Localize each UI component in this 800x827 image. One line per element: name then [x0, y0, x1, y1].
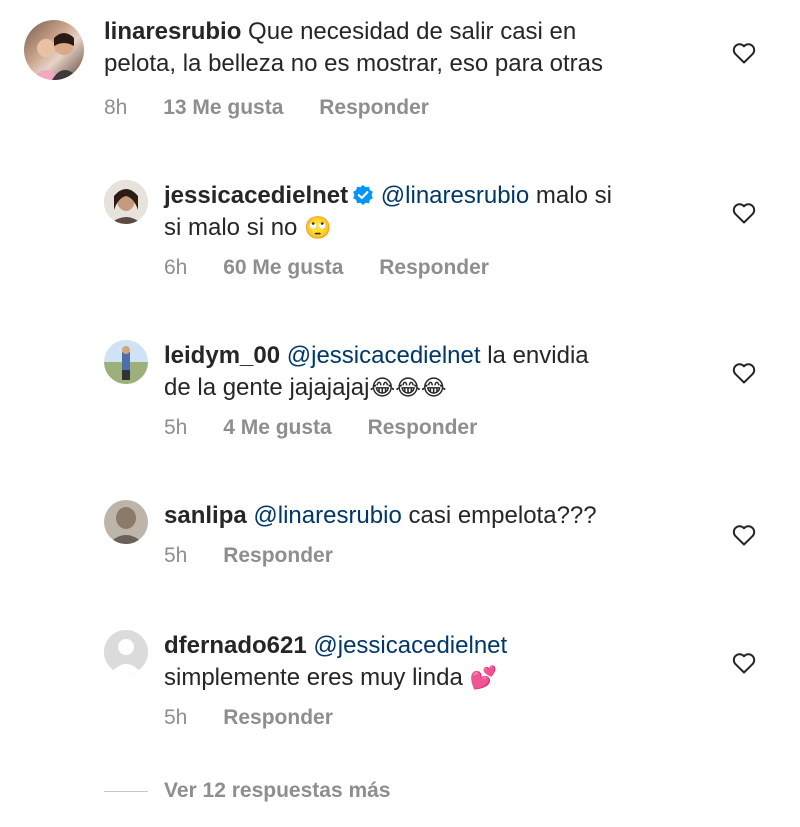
comment-text: linaresrubio Que necesidad de salir casi…	[104, 16, 603, 80]
comment-content-line2: si malo si no	[164, 214, 298, 241]
timestamp: 5h	[164, 544, 188, 567]
comment-content-line2: pelota, la belleza no es mostrar, eso pa…	[104, 50, 603, 77]
verified-badge-icon	[353, 185, 373, 205]
reply-leidym-00: leidym_00 @jessicacedielnet la envidia d…	[0, 320, 800, 460]
reply-button[interactable]: Responder	[223, 544, 333, 567]
comment-content: la envidia	[487, 342, 589, 369]
reply-button[interactable]: Responder	[223, 706, 333, 729]
comment-text: dfernado621 @jessicacedielnet simplement…	[164, 630, 507, 695]
profile-photo-icon	[104, 500, 148, 544]
username[interactable]: sanlipa	[164, 502, 247, 529]
comment-meta: 6h 60 Me gusta Responder	[164, 256, 519, 280]
comment-content: simplemente eres muy linda	[164, 664, 463, 691]
comment-content: malo si	[535, 182, 612, 209]
comment-meta: 8h 13 Me gusta Responder	[104, 96, 459, 120]
comment-meta: 5h 4 Me gusta Responder	[164, 416, 507, 440]
comment-content-line2: de la gente jajajajaj	[164, 374, 370, 401]
comment-meta: 5h Responder	[164, 706, 363, 730]
like-heart-icon[interactable]	[732, 524, 756, 546]
view-more-replies[interactable]: Ver 12 respuestas más	[104, 776, 391, 806]
two-hearts-emoji: 💕	[469, 666, 497, 691]
avatar[interactable]	[104, 180, 148, 224]
divider	[104, 790, 148, 792]
username[interactable]: linaresrubio	[104, 18, 241, 45]
profile-photo-icon	[32, 33, 80, 80]
comment-content: casi empelota???	[408, 502, 597, 529]
likes-count[interactable]: 60 Me gusta	[223, 256, 343, 279]
timestamp: 8h	[104, 96, 128, 119]
profile-photo-icon	[104, 180, 148, 224]
reply-dfernado621: dfernado621 @jessicacedielnet simplement…	[0, 610, 800, 750]
like-heart-icon[interactable]	[732, 362, 756, 384]
eye-roll-emoji: 🙄	[304, 216, 332, 241]
laughing-emoji: 😂😂😂	[369, 376, 447, 401]
avatar[interactable]	[24, 20, 84, 80]
comment-text: leidym_00 @jessicacedielnet la envidia d…	[164, 340, 589, 405]
mention-link[interactable]: @jessicacedielnet	[287, 342, 481, 369]
username[interactable]: leidym_00	[164, 342, 280, 369]
avatar[interactable]	[104, 630, 148, 674]
mention-link[interactable]: @linaresrubio	[381, 182, 529, 209]
likes-count[interactable]: 13 Me gusta	[163, 96, 283, 119]
avatar[interactable]	[104, 500, 148, 544]
reply-jessicacedielnet: jessicacedielnet @linaresrubio malo si s…	[0, 160, 800, 300]
likes-count[interactable]: 4 Me gusta	[223, 416, 332, 439]
avatar[interactable]	[104, 340, 148, 384]
like-heart-icon[interactable]	[732, 202, 756, 224]
timestamp: 5h	[164, 416, 188, 439]
view-more-replies-label[interactable]: Ver 12 respuestas más	[164, 779, 391, 803]
comment-content: Que necesidad de salir casi en	[248, 18, 577, 45]
reply-button[interactable]: Responder	[368, 416, 478, 439]
mention-link[interactable]: @jessicacedielnet	[313, 632, 507, 659]
username[interactable]: jessicacedielnet	[164, 182, 348, 209]
reply-sanlipa: sanlipa @linaresrubio casi empelota??? 5…	[0, 480, 800, 590]
timestamp: 5h	[164, 706, 188, 729]
default-avatar-icon	[104, 630, 148, 674]
profile-photo-icon	[104, 340, 148, 384]
reply-button[interactable]: Responder	[379, 256, 489, 279]
comment-linaresrubio: linaresrubio Que necesidad de salir casi…	[0, 0, 800, 140]
like-heart-icon[interactable]	[732, 652, 756, 674]
reply-button[interactable]: Responder	[319, 96, 429, 119]
comment-meta: 5h Responder	[164, 544, 363, 568]
comment-text: jessicacedielnet @linaresrubio malo si s…	[164, 180, 612, 245]
username[interactable]: dfernado621	[164, 632, 307, 659]
like-heart-icon[interactable]	[732, 42, 756, 64]
comment-text: sanlipa @linaresrubio casi empelota???	[164, 500, 597, 532]
mention-link[interactable]: @linaresrubio	[253, 502, 401, 529]
timestamp: 6h	[164, 256, 188, 279]
